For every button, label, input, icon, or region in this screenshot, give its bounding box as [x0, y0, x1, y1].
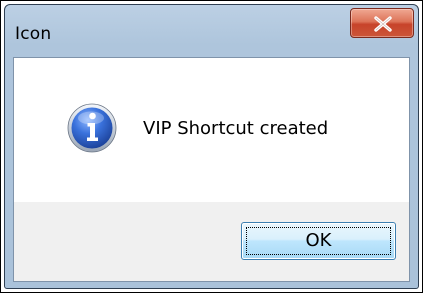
information-icon: [67, 103, 117, 153]
dialog-client-area: VIP Shortcut created OK: [13, 57, 410, 282]
message-area: VIP Shortcut created: [14, 58, 409, 202]
ok-button-label: OK: [305, 230, 332, 251]
screenshot-frame: Icon VIP Shortcut created OK: [0, 0, 423, 293]
close-icon: [374, 16, 392, 32]
window-title: Icon: [15, 24, 52, 44]
title-bar[interactable]: Icon: [5, 5, 418, 57]
close-button[interactable]: [350, 8, 414, 38]
message-box-window: Icon VIP Shortcut created OK: [4, 4, 419, 289]
ok-button[interactable]: OK: [241, 222, 396, 260]
message-text: VIP Shortcut created: [143, 118, 329, 139]
